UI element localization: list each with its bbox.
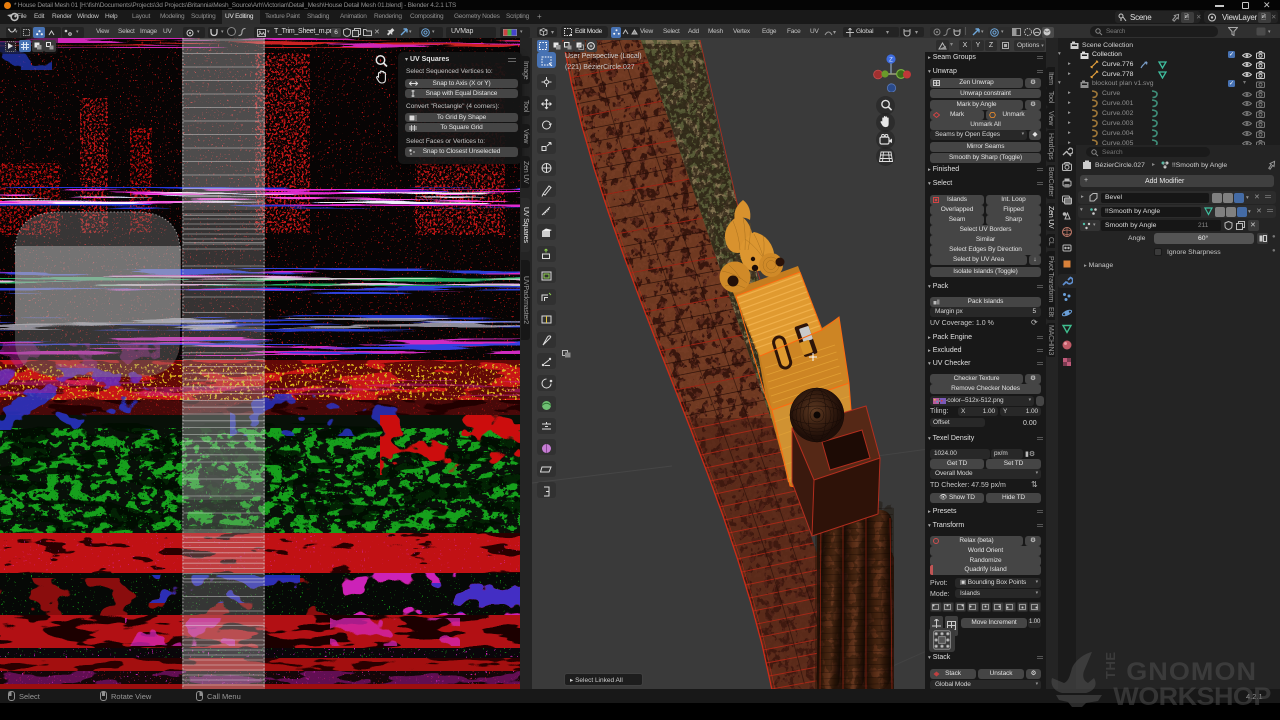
svg-text:Z: Z	[889, 58, 893, 64]
svg-text:THE: THE	[1103, 652, 1118, 680]
svg-text:WORKSHOP: WORKSHOP	[1113, 682, 1271, 711]
